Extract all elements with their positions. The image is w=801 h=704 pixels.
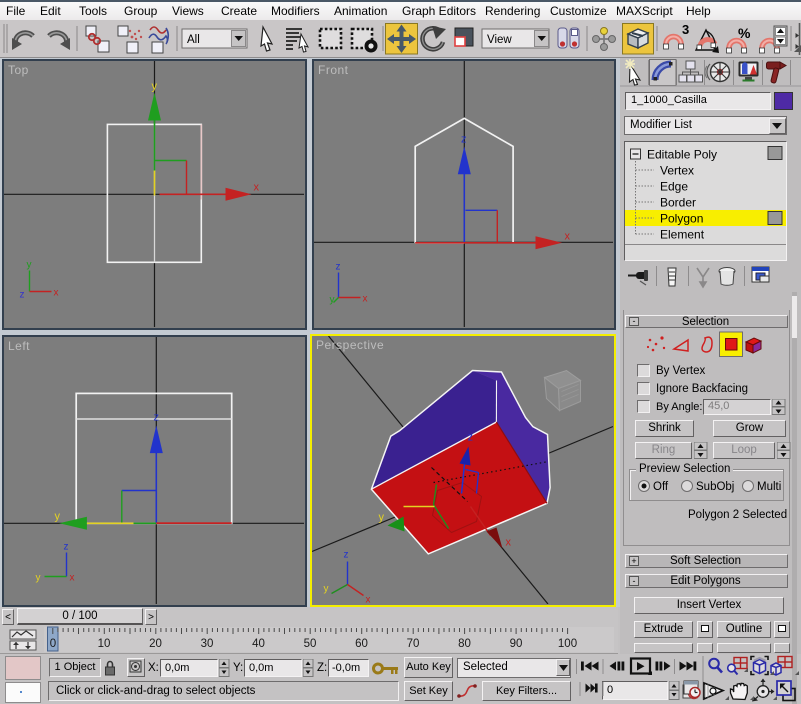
svg-text:x: x — [70, 573, 75, 584]
svg-text:y: y — [27, 260, 32, 271]
svg-text:z: z — [64, 542, 69, 553]
svg-text:x: x — [254, 182, 260, 194]
svg-text:z: z — [336, 262, 341, 273]
svg-text:y: y — [55, 511, 61, 523]
svg-text:90: 90 — [510, 638, 523, 650]
svg-text:z: z — [344, 550, 349, 561]
svg-text:50: 50 — [304, 638, 317, 650]
svg-text:y: y — [330, 295, 335, 306]
svg-text:x: x — [363, 294, 368, 305]
svg-text:20: 20 — [149, 638, 162, 650]
svg-text:60: 60 — [355, 638, 368, 650]
svg-text:Element: Element — [660, 228, 705, 242]
svg-text:3: 3 — [682, 22, 689, 37]
svg-text:%: % — [738, 25, 751, 41]
svg-text:0: 0 — [50, 638, 56, 650]
svg-text:y: y — [379, 512, 385, 524]
svg-text:z: z — [20, 290, 25, 301]
svg-text:y: y — [36, 573, 41, 584]
svg-text:80: 80 — [458, 638, 471, 650]
svg-text:z: z — [154, 412, 160, 424]
svg-text:Edge: Edge — [660, 180, 688, 194]
svg-text:z: z — [468, 432, 474, 444]
svg-text:Border: Border — [660, 196, 696, 210]
svg-text:x: x — [506, 537, 512, 549]
svg-text:40: 40 — [252, 638, 265, 650]
svg-text:Vertex: Vertex — [660, 164, 694, 178]
svg-text:y: y — [152, 81, 158, 93]
svg-text:100: 100 — [558, 638, 577, 650]
svg-text:All: All — [187, 34, 200, 46]
svg-text:y: y — [324, 584, 329, 595]
svg-text:View: View — [487, 34, 512, 46]
svg-text:Polygon: Polygon — [660, 212, 703, 226]
svg-text:10: 10 — [98, 638, 111, 650]
svg-text:z: z — [461, 134, 467, 146]
svg-text:x: x — [366, 595, 371, 605]
svg-text:70: 70 — [407, 638, 420, 650]
svg-text:30: 30 — [201, 638, 214, 650]
svg-text:x: x — [565, 231, 571, 243]
svg-text:Editable Poly: Editable Poly — [647, 148, 717, 162]
svg-text:x: x — [54, 288, 59, 299]
